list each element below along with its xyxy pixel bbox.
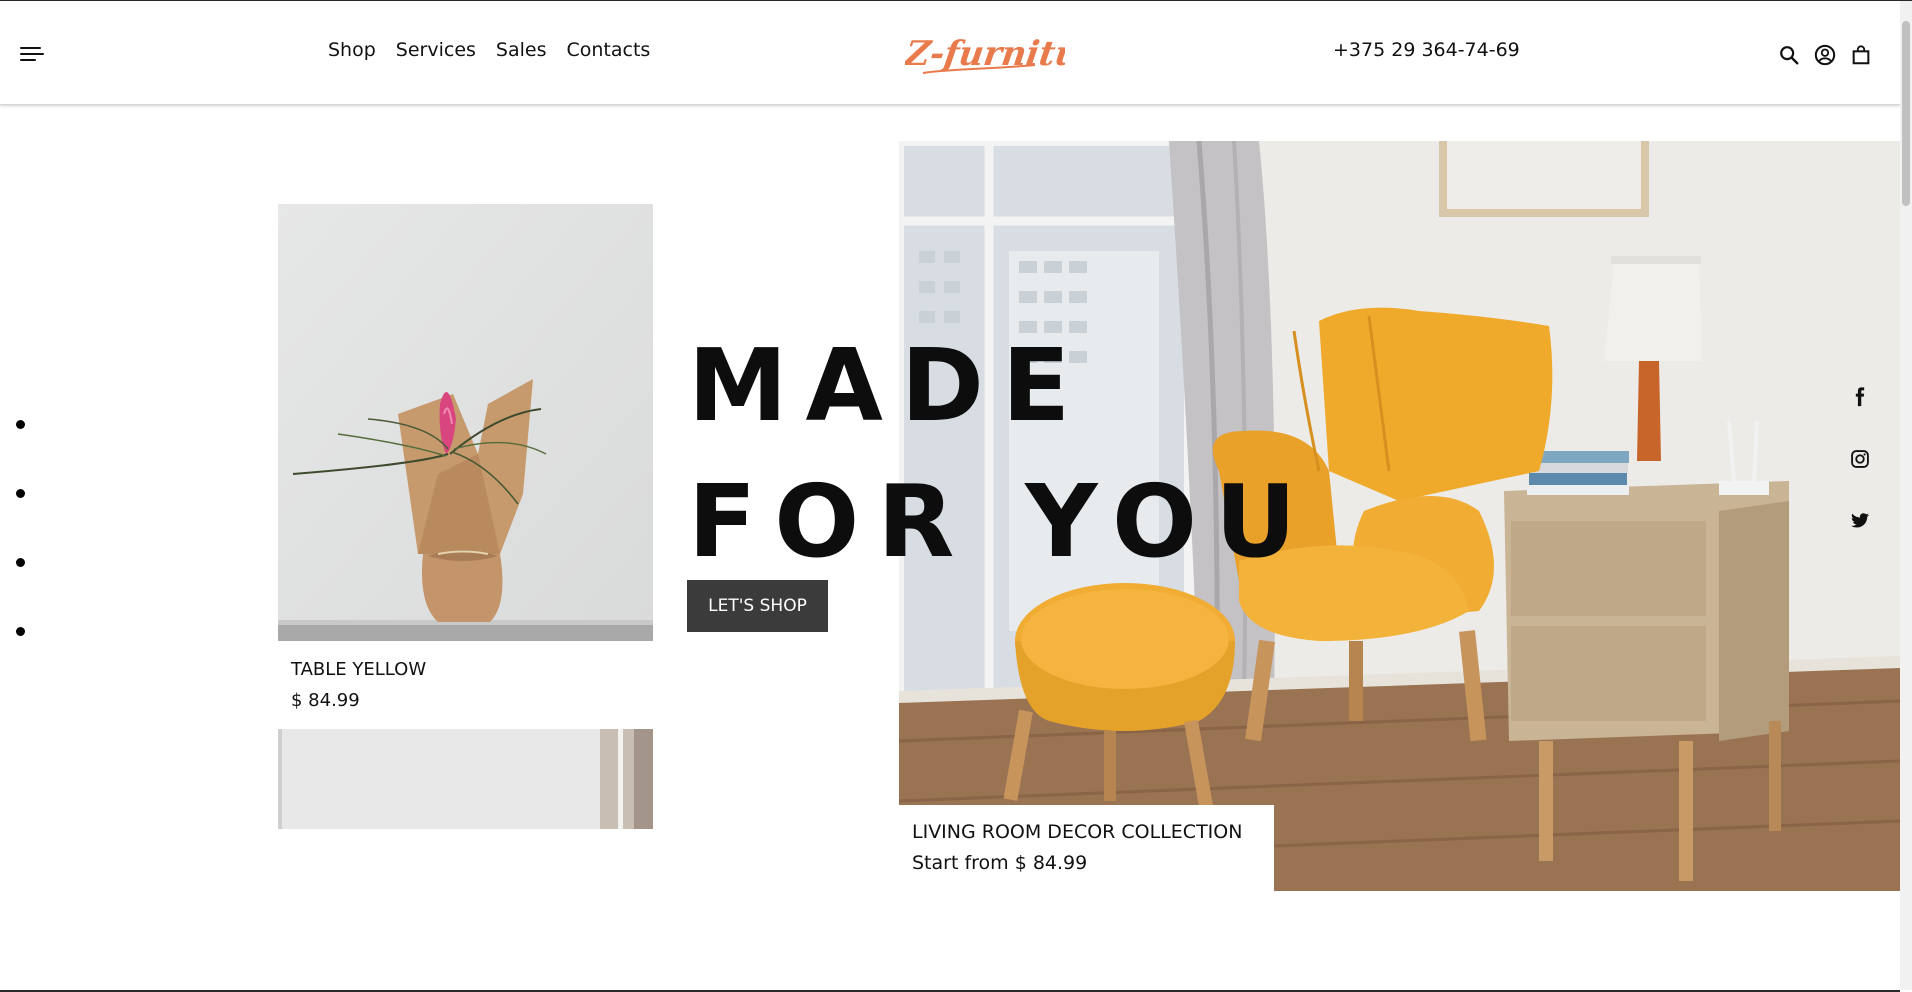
main-nav: Shop Services Sales Contacts xyxy=(328,39,650,61)
social-links xyxy=(1850,387,1870,573)
product-title[interactable]: TABLE YELLOW xyxy=(291,659,426,680)
collection-price: Start from $ 84.99 xyxy=(912,852,1088,874)
facebook-icon[interactable] xyxy=(1850,387,1870,407)
slider-dot[interactable] xyxy=(16,420,25,429)
slider-dot[interactable] xyxy=(16,627,25,636)
slider-dot[interactable] xyxy=(16,489,25,498)
user-icon[interactable] xyxy=(1814,44,1836,66)
collection-caption-box xyxy=(899,805,1274,892)
site-logo[interactable]: Z-furniture xyxy=(901,29,1122,85)
collection-title[interactable]: LIVING ROOM DECOR COLLECTION xyxy=(912,821,1242,843)
nav-contacts[interactable]: Contacts xyxy=(567,39,651,61)
slider-pagination xyxy=(16,420,25,696)
bag-icon[interactable] xyxy=(1850,44,1872,66)
twitter-icon[interactable] xyxy=(1850,511,1870,531)
nav-shop[interactable]: Shop xyxy=(328,39,376,61)
menu-icon[interactable] xyxy=(20,47,44,63)
lets-shop-button[interactable]: LET'S SHOP xyxy=(687,580,828,632)
slider-dot[interactable] xyxy=(16,558,25,567)
hero-heading: MADE FOR YOU xyxy=(688,318,1314,590)
nav-services[interactable]: Services xyxy=(396,39,476,61)
site-header: Shop Services Sales Contacts Z-furniture… xyxy=(0,1,1900,105)
product-image-second[interactable] xyxy=(278,729,653,829)
nav-sales[interactable]: Sales xyxy=(496,39,547,61)
hero-heading-line2: FOR YOU xyxy=(688,463,1315,580)
phone-number[interactable]: +375 29 364-74-69 xyxy=(1333,39,1520,61)
page-scrollbar[interactable] xyxy=(1900,1,1912,990)
scrollbar-thumb[interactable] xyxy=(1902,21,1910,206)
instagram-icon[interactable] xyxy=(1850,449,1870,469)
search-icon[interactable] xyxy=(1778,44,1800,66)
product-image-plant[interactable] xyxy=(278,204,653,641)
header-actions xyxy=(1778,44,1872,66)
product-price: $ 84.99 xyxy=(291,690,360,711)
hero-heading-line1: MADE xyxy=(688,327,1089,444)
